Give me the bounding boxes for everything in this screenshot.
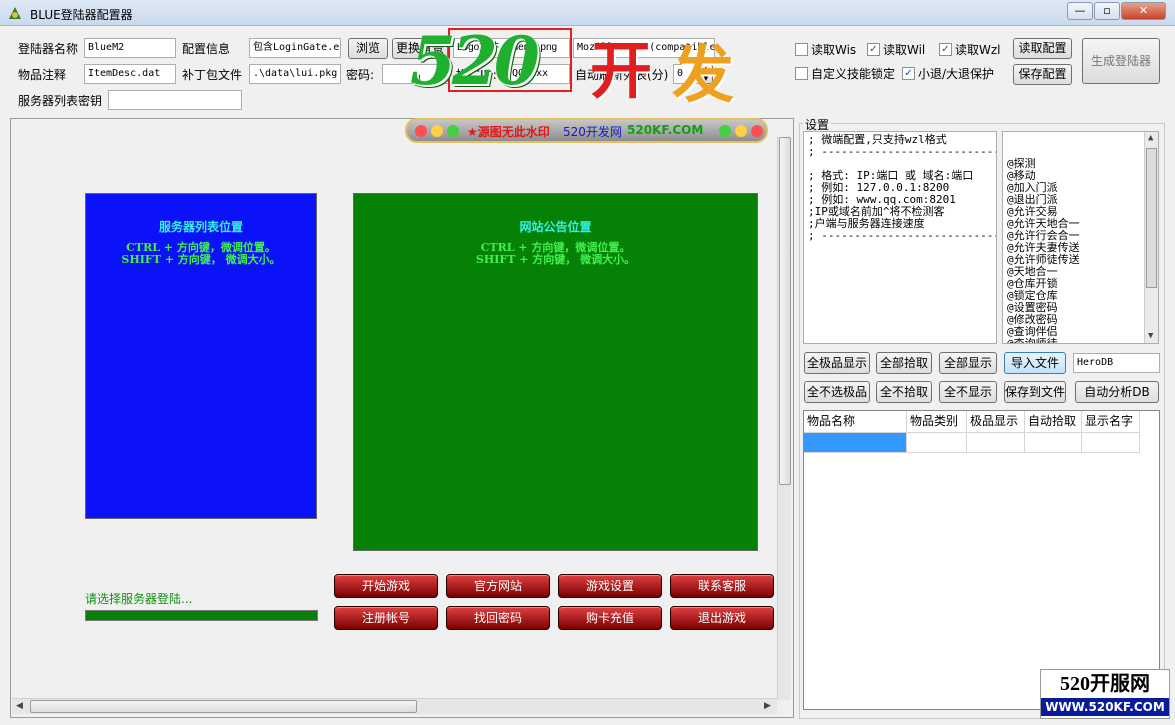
exit-protect-checkbox[interactable]: ✓ 小退/大退保护 xyxy=(902,65,994,82)
red-dot-icon xyxy=(415,125,427,137)
item-note-input[interactable]: ItemDesc.dat xyxy=(84,64,176,84)
table-cell[interactable] xyxy=(1025,433,1082,453)
green-dot-icon xyxy=(447,125,459,137)
game-settings-button[interactable]: 游戏设置 xyxy=(558,574,662,598)
watermark-stamp: 520开服网 WWW.520KF.COM xyxy=(1040,669,1170,719)
scroll-right-arrow-icon[interactable]: ▶ xyxy=(764,701,771,711)
column-header-show-name[interactable]: 显示名字 xyxy=(1082,411,1140,433)
status-text: 请选择服务器登陆... xyxy=(85,592,193,606)
server-list-panel[interactable]: 服务器列表位置 CTRL + 方向键，微调位置。 SHIFT + 方向键， 微调… xyxy=(85,193,317,519)
column-header-item-category[interactable]: 物品类别 xyxy=(907,411,967,433)
browse-button[interactable]: 浏览 xyxy=(348,38,388,59)
none-pickup-button[interactable]: 全不拾取 xyxy=(876,381,932,403)
horizontal-scroll-thumb[interactable] xyxy=(30,700,417,713)
server-list-hint-shift: SHIFT + 方向键， 微调大小。 xyxy=(121,253,281,266)
server-key-label: 服务器列表密钥 xyxy=(18,94,103,108)
watermark-520-logo: 520 xyxy=(410,22,540,100)
auto-analyze-db-button[interactable]: 自动分析DB xyxy=(1075,381,1159,403)
contact-support-button[interactable]: 联系客服 xyxy=(670,574,774,598)
yellow-dot-icon xyxy=(431,125,443,137)
generate-launcher-button[interactable]: 生成登陆器 xyxy=(1082,38,1160,84)
read-wis-checkbox[interactable]: 读取Wis xyxy=(795,41,856,58)
red-dot-icon xyxy=(751,125,763,137)
config-info-label: 配置信息 xyxy=(182,42,231,56)
stamp-url: WWW.520KF.COM xyxy=(1041,698,1169,716)
column-header-quality-show[interactable]: 极品显示 xyxy=(967,411,1025,433)
app-icon xyxy=(9,7,21,19)
all-quality-show-button[interactable]: 全极品显示 xyxy=(804,352,870,374)
yellow-dot-icon xyxy=(735,125,747,137)
notice-hint-shift: SHIFT + 方向键， 微调大小。 xyxy=(475,253,636,266)
microclient-notes-textarea[interactable]: ; 微端配置,只支持wzl格式 ; ----------------------… xyxy=(803,131,997,344)
server-key-input[interactable] xyxy=(108,90,242,110)
read-wis-box xyxy=(795,43,808,56)
password-label: 密码: xyxy=(346,68,375,82)
item-table[interactable]: 物品名称 物品类别 极品显示 自动拾取 显示名字 xyxy=(803,410,1160,710)
banner-text-url: 520KF.COM xyxy=(627,123,704,137)
patch-file-input[interactable]: .\data\lui.pkg xyxy=(249,64,341,84)
custom-skill-lock-checkbox[interactable]: 自定义技能锁定 xyxy=(795,65,895,82)
read-wzl-checkbox[interactable]: ✓ 读取Wzl xyxy=(939,41,1001,58)
window-title: BLUE登陆器配置器 xyxy=(30,8,133,22)
scroll-down-arrow-icon[interactable]: ▼ xyxy=(1148,330,1153,342)
check-icon: ✓ xyxy=(902,67,915,80)
maximize-button[interactable]: ▫ xyxy=(1094,2,1120,20)
patch-file-label: 补丁包文件 xyxy=(182,68,243,82)
progress-fill xyxy=(86,611,317,620)
watermark-fa-glyph: 发 xyxy=(672,38,735,111)
none-quality-button[interactable]: 全不选极品 xyxy=(804,381,870,403)
db-name-input[interactable]: HeroDB xyxy=(1073,353,1160,373)
check-icon: ✓ xyxy=(867,43,880,56)
table-cell-selected[interactable] xyxy=(804,433,907,453)
command-list-scroll-thumb[interactable] xyxy=(1146,148,1157,288)
table-cell[interactable] xyxy=(1082,433,1140,453)
none-show-button[interactable]: 全不显示 xyxy=(939,381,997,403)
read-wil-checkbox[interactable]: ✓ 读取Wil xyxy=(867,41,925,58)
official-site-button[interactable]: 官方网站 xyxy=(446,574,550,598)
close-button[interactable]: ✕ xyxy=(1121,2,1166,20)
watermark-banner: ★源图无此水印 520开发网 520KF.COM xyxy=(405,118,768,143)
notice-panel[interactable]: 网站公告位置 CTRL + 方向键，微调位置。 SHIFT + 方向键， 微调大… xyxy=(353,193,758,551)
watermark-kai-glyph: 开 xyxy=(590,34,653,107)
notice-panel-title: 网站公告位置 xyxy=(519,220,592,234)
column-header-auto-pickup[interactable]: 自动拾取 xyxy=(1025,411,1082,433)
all-pickup-button[interactable]: 全部拾取 xyxy=(876,352,932,374)
register-button[interactable]: 注册帐号 xyxy=(334,606,438,630)
preview-horizontal-scrollbar[interactable]: ◀ ▶ xyxy=(12,698,777,714)
stamp-title: 520开服网 xyxy=(1060,673,1150,695)
custom-skill-lock-box xyxy=(795,67,808,80)
buy-card-button[interactable]: 购卡充值 xyxy=(558,606,662,630)
minimize-button[interactable]: — xyxy=(1067,2,1093,20)
item-note-label: 物品注释 xyxy=(18,68,67,82)
save-to-file-button[interactable]: 保存到文件 xyxy=(1004,381,1066,403)
check-icon: ✓ xyxy=(939,43,952,56)
banner-text-site: 520开发网 xyxy=(563,125,622,139)
save-config-button[interactable]: 保存配置 xyxy=(1013,64,1072,85)
server-list-panel-title: 服务器列表位置 xyxy=(158,220,243,234)
column-header-item-name[interactable]: 物品名称 xyxy=(804,411,907,433)
table-cell[interactable] xyxy=(967,433,1025,453)
progress-bar xyxy=(85,610,318,621)
table-cell[interactable] xyxy=(907,433,967,453)
scroll-up-arrow-icon[interactable]: ▲ xyxy=(1148,132,1153,144)
green-dot-icon xyxy=(719,125,731,137)
scroll-left-arrow-icon[interactable]: ◀ xyxy=(16,701,23,711)
command-list-item[interactable]: @查询师徒 xyxy=(1007,338,1142,344)
config-info-input[interactable]: 包含LoginGate.exe xyxy=(249,38,341,58)
banner-text-source: ★源图无此水印 xyxy=(467,125,550,139)
exit-game-button[interactable]: 退出游戏 xyxy=(670,606,774,630)
launcher-name-input[interactable]: BlueM2 xyxy=(84,38,176,58)
import-file-button[interactable]: 导入文件 xyxy=(1004,352,1066,374)
command-list: @探测 @移动 @加入门派 @退出门派 @允许交易 @允许天地合一 @允许行会合一 @允许夫妻… xyxy=(1007,158,1142,344)
launcher-name-label: 登陆器名称 xyxy=(18,42,79,56)
preview-vertical-scrollbar[interactable] xyxy=(777,137,791,700)
vertical-scroll-thumb[interactable] xyxy=(779,137,791,485)
command-list-box[interactable]: @探测 @移动 @加入门派 @退出门派 @允许交易 @允许天地合一 @允许行会合一 @允许夫妻… xyxy=(1002,131,1159,344)
recover-password-button[interactable]: 找回密码 xyxy=(446,606,550,630)
title-bar: BLUE登陆器配置器 — ▫ ✕ xyxy=(0,0,1175,26)
all-show-button[interactable]: 全部显示 xyxy=(939,352,997,374)
start-game-button[interactable]: 开始游戏 xyxy=(334,574,438,598)
read-config-button[interactable]: 读取配置 xyxy=(1013,38,1072,59)
command-list-scrollbar[interactable]: ▲ ▼ xyxy=(1144,132,1158,343)
